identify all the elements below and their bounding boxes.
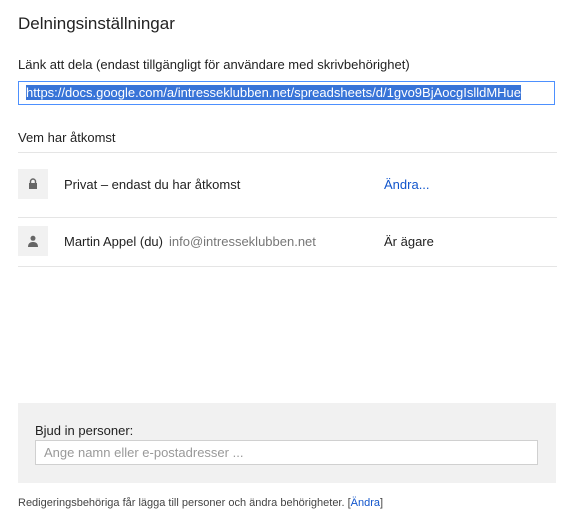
footer-text: Redigeringsbehöriga får lägga till perso… [18,497,351,509]
share-link-field[interactable]: https://docs.google.com/a/intresseklubbe… [18,81,555,105]
change-visibility-link[interactable]: Ändra... [384,177,430,192]
invite-input[interactable] [35,440,538,465]
lock-icon [18,169,48,199]
owner-email: info@intresseklubben.net [169,234,316,249]
footer-note: Redigeringsbehöriga får lägga till perso… [18,497,383,509]
access-row-visibility: Privat – endast du har åtkomst Ändra... [18,169,557,217]
share-link-label: Länk att dela (endast tillgängligt för a… [18,57,410,72]
owner-role: Är ägare [384,234,434,249]
divider [18,217,557,218]
divider [18,266,557,267]
divider [18,152,557,153]
invite-label: Bjud in personer: [35,423,134,438]
change-permissions-link[interactable]: Ändra [351,497,380,509]
invite-panel: Bjud in personer: [18,403,556,483]
owner-name: Martin Appel (du) info@intresseklubben.ne… [64,234,316,249]
person-icon [18,226,48,256]
dialog-title: Delningsinställningar [18,14,175,33]
owner-name-text: Martin Appel (du) [64,234,163,249]
share-link-url[interactable]: https://docs.google.com/a/intresseklubbe… [26,85,522,100]
footer-close-bracket: ] [380,497,384,509]
access-heading: Vem har åtkomst [18,130,116,145]
visibility-label: Privat – endast du har åtkomst [64,177,241,192]
